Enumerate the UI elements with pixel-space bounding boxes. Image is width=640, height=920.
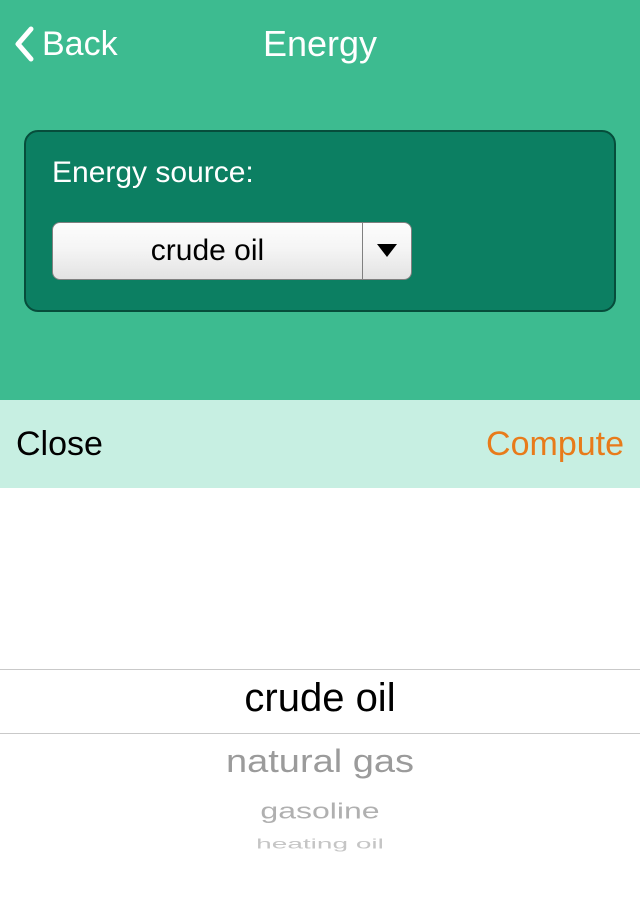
compute-button[interactable]: Compute	[486, 425, 624, 464]
picker-selection-line-bottom	[0, 733, 640, 734]
dropdown-selected-value: crude oil	[53, 223, 363, 279]
energy-source-dropdown[interactable]: crude oil	[52, 222, 412, 280]
chevron-down-icon	[363, 223, 411, 279]
picker-item-selected[interactable]: crude oil	[0, 676, 640, 721]
top-section: Back Energy Energy source: crude oil	[0, 0, 640, 400]
back-button[interactable]: Back	[0, 25, 118, 64]
picker-item[interactable]: heating oil	[0, 836, 640, 852]
picker-wheel[interactable]: crude oil natural gas gasoline heating o…	[0, 488, 640, 920]
picker-selection-line-top	[0, 669, 640, 670]
action-bar: Close Compute	[0, 400, 640, 488]
picker-item[interactable]: natural gas	[0, 744, 640, 781]
chevron-left-icon	[14, 26, 34, 62]
energy-source-label: Energy source:	[52, 156, 588, 190]
picker-item[interactable]: gasoline	[0, 798, 640, 824]
nav-bar: Back Energy	[0, 0, 640, 88]
close-button[interactable]: Close	[16, 425, 103, 464]
back-label: Back	[42, 25, 118, 64]
energy-source-card: Energy source: crude oil	[24, 130, 616, 312]
